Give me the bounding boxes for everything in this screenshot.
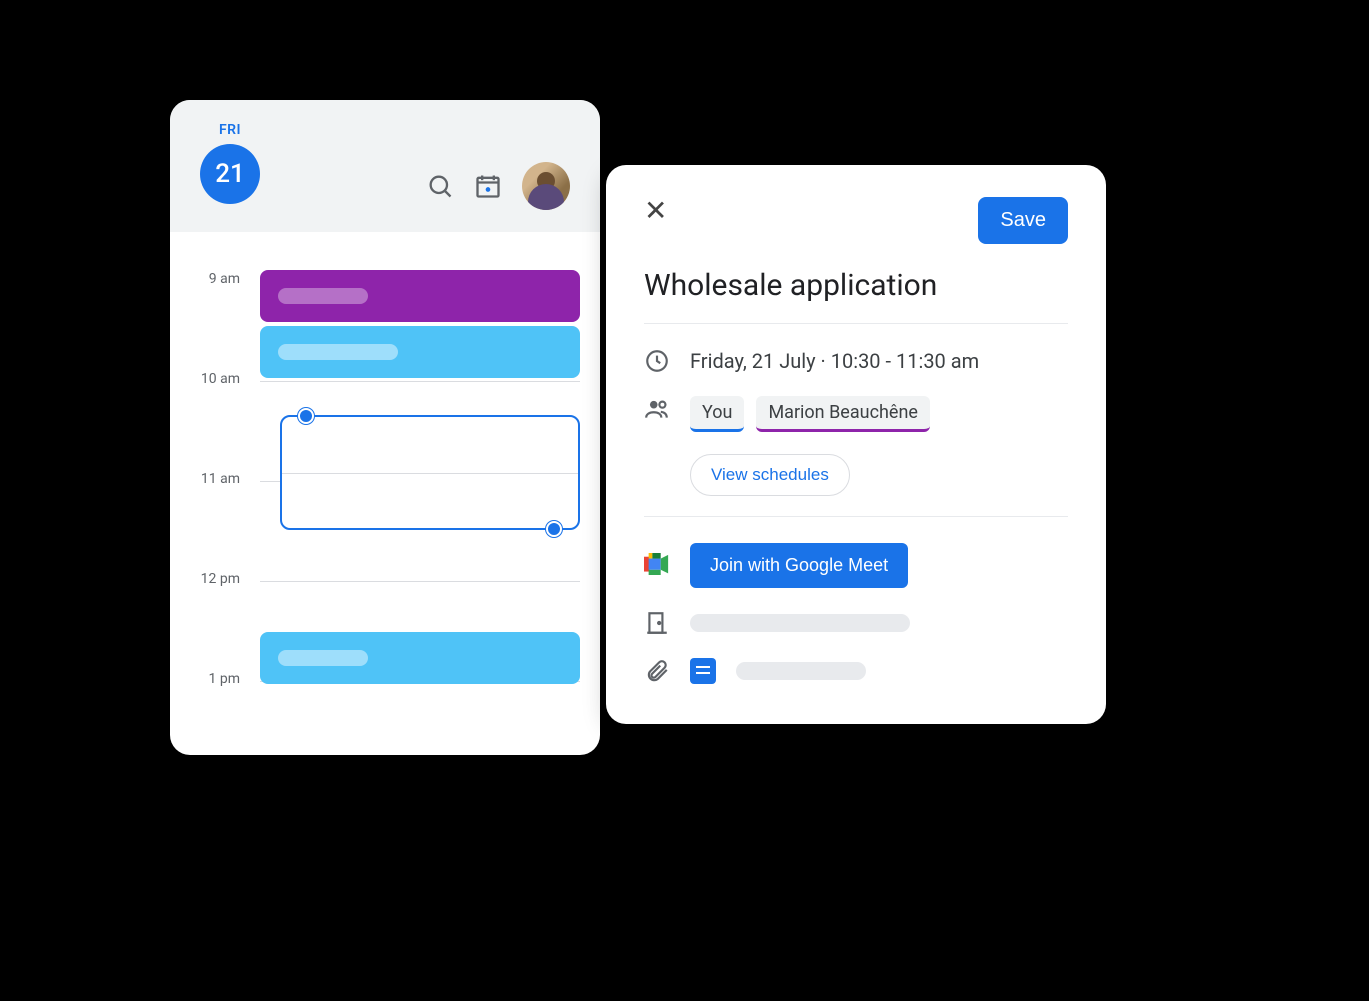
save-button[interactable]: Save [978, 197, 1068, 244]
calendar-event-blue[interactable] [260, 326, 580, 378]
calendar-header: FRI 21 [170, 100, 600, 232]
drag-handle-end[interactable] [546, 521, 562, 537]
calendar-day-name: FRI [219, 122, 241, 138]
hour-divider [260, 581, 580, 582]
calendar-card: FRI 21 [170, 100, 600, 755]
calendar-event-purple[interactable] [260, 270, 580, 322]
close-icon[interactable]: ✕ [644, 197, 667, 225]
event-title-placeholder [278, 344, 398, 360]
hour-label: 11 am [170, 443, 260, 542]
calendar-event-blue[interactable] [260, 632, 580, 684]
calendar-grid[interactable]: 9 am 10 am 11 am 12 pm 1 pm [170, 232, 600, 755]
hour-label: 1 pm [170, 643, 260, 742]
attachment-placeholder [736, 662, 866, 680]
drag-handle-start[interactable] [298, 408, 314, 424]
google-doc-icon[interactable] [690, 658, 716, 684]
room-placeholder [690, 614, 910, 632]
calendar-day-indicator[interactable]: FRI 21 [200, 122, 260, 204]
account-avatar[interactable] [522, 162, 570, 210]
google-meet-row: Join with Google Meet [644, 543, 1068, 588]
search-icon[interactable] [426, 172, 454, 200]
view-schedules-button[interactable]: View schedules [690, 454, 850, 496]
hour-label: 9 am [170, 243, 260, 342]
event-attendees-row: You Marion Beauchêne [644, 396, 1068, 432]
hour-label: 12 pm [170, 543, 260, 642]
section-divider [644, 516, 1068, 517]
hour-label: 10 am [170, 343, 260, 442]
attachment-icon [644, 658, 670, 684]
room-row[interactable] [644, 610, 1068, 636]
calendar-today-icon[interactable] [474, 172, 502, 200]
room-icon [644, 610, 670, 636]
event-detail-card: ✕ Save Wholesale application Friday, 21 … [606, 165, 1106, 724]
attendee-chip-you[interactable]: You [690, 396, 744, 432]
event-title[interactable]: Wholesale application [644, 268, 1068, 324]
join-google-meet-button[interactable]: Join with Google Meet [690, 543, 908, 588]
event-datetime: Friday, 21 July · 10:30 - 11:30 am [690, 349, 979, 373]
clock-icon [644, 348, 670, 374]
event-title-placeholder [278, 650, 368, 666]
calendar-actions [426, 162, 570, 210]
attachment-row[interactable] [644, 658, 1068, 684]
hour-divider [260, 381, 580, 382]
hour-divider [282, 473, 578, 474]
event-title-placeholder [278, 288, 368, 304]
event-time-row[interactable]: Friday, 21 July · 10:30 - 11:30 am [644, 348, 1068, 374]
google-meet-icon [644, 553, 670, 579]
attendee-chip-guest[interactable]: Marion Beauchêne [756, 396, 930, 432]
people-icon [644, 396, 670, 422]
calendar-day-number: 21 [200, 144, 260, 204]
new-event-drag-slot[interactable] [280, 415, 580, 530]
